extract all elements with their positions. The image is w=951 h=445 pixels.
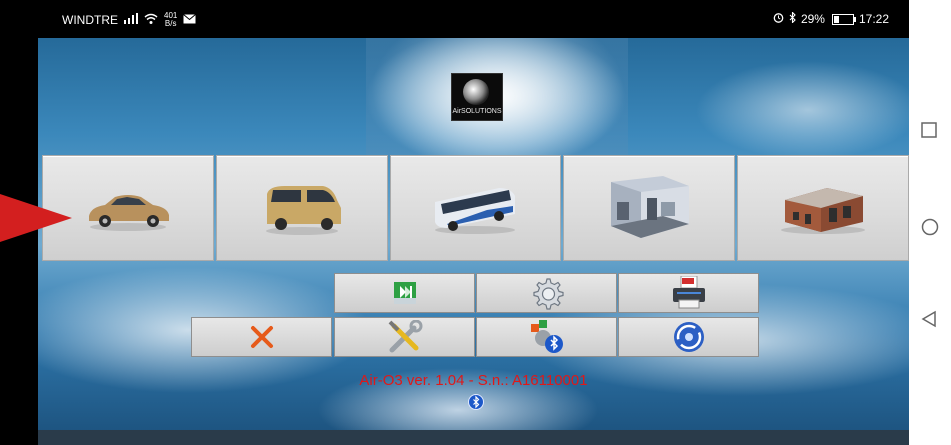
clock: 17:22 <box>858 12 889 26</box>
logo-text: AirSOLUTIONS <box>452 108 502 115</box>
back-icon[interactable] <box>921 310 937 333</box>
van-icon <box>265 186 341 235</box>
refresh-circle-icon <box>673 322 704 352</box>
tile-van[interactable] <box>215 155 388 261</box>
airsolutions-logo: AirSOLUTIONS <box>451 73 503 121</box>
building-icon <box>781 188 866 234</box>
bottom-strip <box>38 430 909 445</box>
carrier-label: WINDTRE <box>62 13 118 27</box>
bus-icon <box>435 188 516 234</box>
pdf-printer-icon <box>672 276 705 309</box>
app-screen: WINDTRE 401 B/s 29% 17:22 AirSOLUTIONS A… <box>38 0 909 445</box>
status-bar: WINDTRE 401 B/s 29% 17:22 <box>38 0 909 38</box>
car-icon <box>88 195 169 231</box>
bluetooth-icon <box>789 11 796 26</box>
wifi-icon <box>144 13 158 27</box>
tile-bus[interactable] <box>389 155 562 261</box>
bluetooth-settings-button[interactable] <box>476 317 617 357</box>
bluetooth-settings-icon <box>530 320 563 353</box>
alarm-icon <box>773 12 784 26</box>
room-icon <box>611 176 690 238</box>
tile-room[interactable] <box>563 155 736 261</box>
start-button[interactable] <box>334 273 475 313</box>
bluetooth-status-icon <box>468 394 484 410</box>
net-speed-unit: B/s <box>164 19 177 28</box>
tile-building[interactable] <box>737 155 909 261</box>
mail-icon <box>183 13 197 27</box>
battery-icon <box>831 13 856 25</box>
net-speed: 401 B/s <box>164 12 177 28</box>
home-icon[interactable] <box>921 218 939 241</box>
tools-button[interactable] <box>334 317 475 357</box>
recents-icon[interactable] <box>921 122 937 143</box>
signal-icon <box>124 13 138 27</box>
sync-button[interactable] <box>618 317 759 357</box>
gear-icon <box>532 278 564 310</box>
pdf-print-button[interactable] <box>618 273 759 313</box>
version-label: Air-O3 ver. 1.04 - S.n.: A16110001 <box>359 372 588 389</box>
tools-icon <box>388 320 422 353</box>
battery-percent: 29% <box>800 12 825 26</box>
vehicle-selection-row <box>42 155 909 261</box>
logo-sphere-icon <box>463 79 489 105</box>
close-icon <box>250 326 273 348</box>
exit-button[interactable] <box>191 317 332 357</box>
settings-button[interactable] <box>476 273 617 313</box>
red-arrow-indicator <box>0 194 72 242</box>
play-next-icon <box>393 282 416 304</box>
android-nav-bar <box>909 0 951 445</box>
